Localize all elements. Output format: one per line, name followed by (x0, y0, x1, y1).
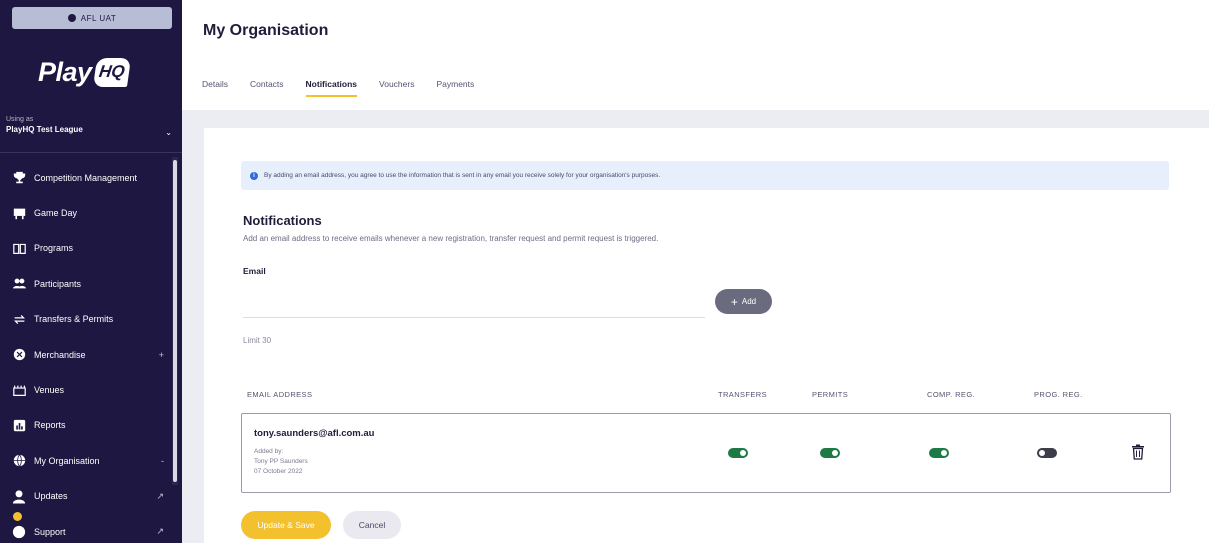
playhq-logo[interactable]: Play HQ (38, 52, 131, 92)
tab-contacts[interactable]: Contacts (250, 79, 284, 97)
sidebar-item-label: Programs (34, 243, 74, 254)
sidebar-item-label: Updates (34, 491, 68, 502)
expand-icon: + (158, 349, 164, 360)
current-organisation: PlayHQ Test League (6, 125, 83, 134)
permits-toggle[interactable] (820, 448, 840, 458)
column-prog-reg: PROG. REG. (1034, 390, 1083, 399)
cancel-button[interactable]: Cancel (343, 511, 401, 539)
organisation-switcher[interactable]: Using as PlayHQ Test League ⌄ (0, 112, 182, 150)
sidebar-item-support[interactable]: Support ↗ (0, 514, 172, 543)
tab-vouchers[interactable]: Vouchers (379, 79, 414, 97)
update-save-button[interactable]: Update & Save (241, 511, 331, 539)
transfer-arrows-icon (12, 312, 26, 326)
tab-notifications[interactable]: Notifications (305, 79, 358, 97)
sidebar-item-updates[interactable]: Updates ↗ (0, 479, 172, 514)
venue-icon (12, 383, 26, 397)
sidebar-item-my-organisation[interactable]: My Organisation - (0, 443, 172, 478)
comp-reg-toggle[interactable] (929, 448, 949, 458)
sidebar-item-label: My Organisation (34, 455, 100, 466)
globe-icon (12, 454, 26, 468)
report-icon (12, 418, 26, 432)
sidebar-item-label: Reports (34, 420, 66, 431)
environment-badge: AFL UAT (12, 7, 172, 29)
added-by-name: Tony PP Saunders (254, 458, 308, 465)
add-button-label: Add (741, 297, 757, 306)
section-title: Notifications (243, 213, 322, 228)
email-limit-text: Limit 30 (243, 336, 272, 345)
logo-hq-text: HQ (92, 57, 131, 87)
logo-play-text: Play (38, 56, 92, 87)
external-link-icon: ↗ (156, 490, 164, 501)
merchandise-icon (12, 348, 26, 362)
tab-bar: Details Contacts Notifications Vouchers … (202, 79, 496, 97)
external-link-icon: ↗ (156, 526, 164, 537)
table-row: tony.saunders@afl.com.au Added by: Tony … (241, 413, 1171, 493)
sidebar-item-game-day[interactable]: Game Day (0, 195, 172, 230)
sidebar-item-merchandise[interactable]: Merchandise + (0, 337, 172, 372)
sidebar-item-label: Venues (34, 385, 65, 396)
info-icon: i (250, 171, 258, 180)
chevron-down-icon: ⌄ (165, 128, 172, 137)
plus-icon: + (730, 294, 738, 309)
info-banner-text: By adding an email address, you agree to… (264, 172, 661, 179)
row-added-by: Added by: Tony PP Saunders 07 October 20… (254, 447, 308, 477)
sidebar-item-label: Support (34, 526, 66, 537)
trash-icon[interactable] (1131, 444, 1145, 460)
support-icon (12, 525, 26, 539)
sidebar-item-transfers-permits[interactable]: Transfers & Permits (0, 302, 172, 337)
sidebar-item-label: Transfers & Permits (34, 314, 114, 325)
collapse-icon: - (161, 455, 164, 466)
sidebar-item-programs[interactable]: Programs (0, 231, 172, 266)
tab-details[interactable]: Details (202, 79, 228, 97)
trophy-icon (12, 171, 26, 185)
column-email-address: EMAIL ADDRESS (247, 390, 313, 399)
book-icon (12, 241, 26, 255)
sidebar-item-label: Competition Management (34, 172, 138, 183)
updates-icon (12, 489, 26, 504)
page-title: My Organisation (203, 22, 329, 39)
sidebar-item-venues[interactable]: Venues (0, 372, 172, 407)
add-email-button[interactable]: + Add (715, 289, 772, 314)
page-header: My Organisation Details Contacts Notific… (182, 0, 1209, 110)
column-permits: PERMITS (812, 390, 849, 399)
transfers-toggle[interactable] (728, 448, 748, 458)
sidebar-item-label: Game Day (34, 208, 78, 219)
sidebar-nav: Competition Management Game Day Programs… (0, 160, 172, 543)
people-icon (12, 277, 26, 291)
column-comp-reg: COMP. REG. (927, 390, 976, 399)
scoreboard-icon (12, 206, 26, 220)
table-header: EMAIL ADDRESS TRANSFERS PERMITS COMP. RE… (241, 390, 1171, 406)
sidebar: AFL UAT Play HQ Using as PlayHQ Test Lea… (0, 0, 182, 543)
sidebar-item-competition-management[interactable]: Competition Management (0, 160, 172, 195)
email-input[interactable] (243, 285, 705, 318)
sidebar-item-label: Merchandise (34, 349, 86, 360)
prog-reg-toggle[interactable] (1037, 448, 1057, 458)
email-label: Email (243, 266, 266, 276)
sidebar-item-label: Participants (34, 278, 82, 289)
sidebar-item-reports[interactable]: Reports (0, 408, 172, 443)
tab-payments[interactable]: Payments (436, 79, 474, 97)
column-transfers: TRANSFERS (718, 390, 768, 399)
using-as-label: Using as (6, 116, 34, 123)
added-by-label: Added by: (254, 448, 284, 455)
row-email-address: tony.saunders@afl.com.au (254, 428, 375, 439)
environment-dot-icon (67, 14, 76, 22)
notification-badge (13, 512, 22, 521)
sidebar-item-participants[interactable]: Participants (0, 266, 172, 301)
info-banner: i By adding an email address, you agree … (241, 161, 1169, 190)
sidebar-divider (0, 152, 182, 153)
sidebar-scrollbar-thumb[interactable] (173, 160, 177, 482)
environment-label: AFL UAT (80, 13, 117, 23)
notifications-card: i By adding an email address, you agree … (204, 128, 1209, 543)
added-date: 07 October 2022 (254, 468, 303, 475)
section-description: Add an email address to receive emails w… (243, 234, 659, 243)
